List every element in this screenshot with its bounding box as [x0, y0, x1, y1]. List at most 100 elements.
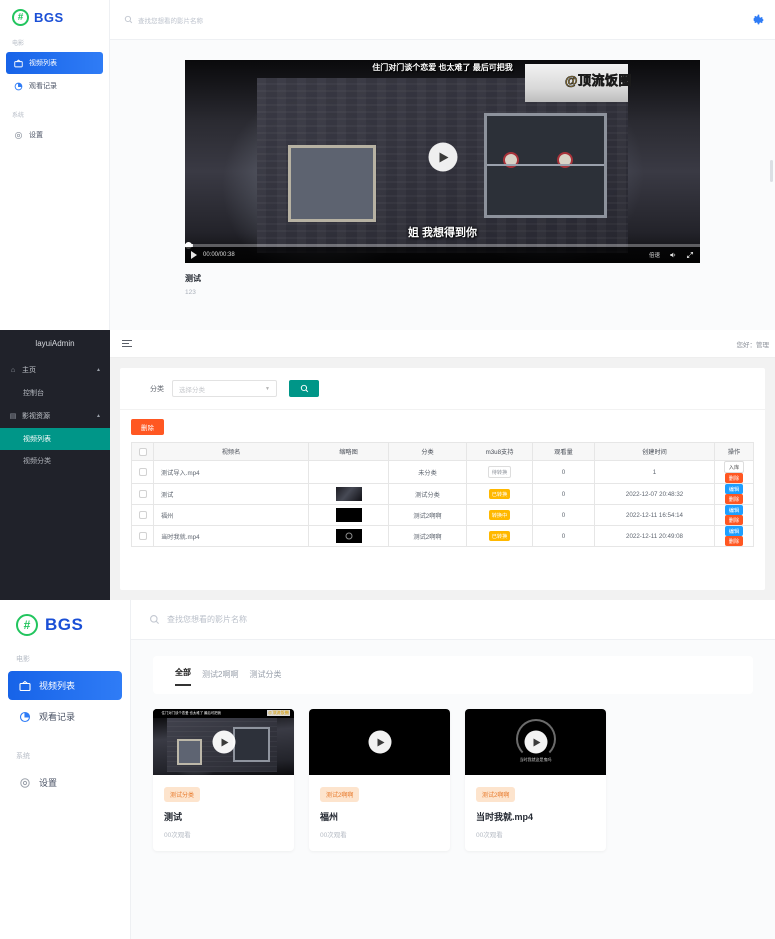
row-actions: 编辑删除 — [714, 483, 754, 505]
video-card[interactable]: 当时我就这是鬼吗 测试2啊啊 当时我就.mp4 00次观看 — [465, 709, 606, 851]
chevron-up-icon: ▲ — [96, 413, 101, 419]
tab-all[interactable]: 全部 — [175, 667, 191, 686]
row-name: 测试 — [153, 483, 309, 505]
search-button[interactable] — [289, 380, 319, 397]
brand-mark-icon: # — [12, 9, 29, 26]
admin-menu-home[interactable]: ⌂ 主页 ▲ — [0, 358, 110, 382]
play-button[interactable] — [524, 730, 547, 754]
delete-button[interactable]: 删除 — [725, 515, 743, 525]
menu-toggle-icon[interactable] — [122, 338, 132, 350]
scrollbar[interactable] — [770, 160, 773, 182]
select-all-checkbox[interactable] — [138, 447, 147, 456]
video-thumbnail[interactable]: 住门对门谈个恋爱 也太难了 最后可把我 @顶流饭圈 — [153, 709, 294, 775]
play-icon — [533, 738, 540, 746]
table-row: 测试 测试分类 已转换 0 2022-12-07 20:48:32 编辑删除 — [131, 483, 754, 505]
delete-button[interactable]: 删除 — [725, 536, 743, 546]
scene-object-right — [233, 727, 271, 762]
row-name: 测试导入.mp4 — [153, 460, 309, 484]
sidebar-item-video-list[interactable]: 视频列表 — [8, 671, 122, 700]
row-checkbox[interactable] — [138, 511, 147, 519]
sidebar-item-video-list[interactable]: 视频列表 — [6, 52, 103, 74]
row-m3u8-status: 待转换 — [466, 460, 533, 484]
home-icon: ⌂ — [10, 366, 16, 374]
table-header-thumb: 缩略图 — [308, 442, 389, 461]
fullscreen-icon[interactable] — [686, 251, 694, 259]
row-checkbox[interactable] — [138, 468, 147, 476]
admin-submenu-video-category[interactable]: 视频分类 — [0, 450, 110, 472]
frontend-sidebar-large: # BGS 电影 视频列表 观看记录 系统 设置 — [0, 600, 131, 939]
video-player[interactable]: 住门对门谈个恋爱 也太难了 最后可把我 @顶流饭圈 姐 我想得到你 00:00/… — [185, 60, 700, 263]
thumbnail-image — [335, 529, 362, 543]
category-tag: 测试分类 — [164, 787, 201, 802]
delete-button[interactable]: 删除 — [725, 473, 743, 483]
video-thumbnail[interactable] — [309, 709, 450, 775]
category-tag: 测试2啊啊 — [320, 787, 360, 802]
admin-submenu-video-list[interactable]: 视频列表 — [0, 428, 110, 450]
table-header-m3u8: m3u8支持 — [466, 442, 533, 461]
video-card[interactable]: 测试2啊啊 福州 00次观看 — [309, 709, 450, 851]
status-badge: 转换中 — [488, 510, 511, 520]
video-view-count: 00次观看 — [476, 832, 503, 839]
tab-test-category[interactable]: 测试分类 — [249, 669, 281, 686]
batch-delete-button[interactable]: 删除 — [131, 419, 164, 435]
video-card[interactable]: 住门对门谈个恋爱 也太难了 最后可把我 @顶流饭圈 测试分类 测试 00次观看 — [153, 709, 294, 851]
row-category: 测试2啊啊 — [388, 504, 467, 526]
table-row: 测试导入.mp4 未分类 待转换 0 1 入库删除 — [131, 460, 754, 484]
delete-button[interactable]: 删除 — [725, 494, 743, 504]
edit-button[interactable]: 编辑 — [725, 505, 743, 515]
admin-menu-media[interactable]: ▤ 影视资源 ▲ — [0, 404, 110, 428]
video-scene-object-left — [288, 145, 376, 223]
sidebar-item-watch-history[interactable]: 观看记录 — [8, 702, 122, 731]
admin-submenu-console[interactable]: 控制台 — [0, 382, 110, 404]
sidebar-item-settings[interactable]: 设置 — [6, 124, 103, 146]
row-checkbox[interactable] — [138, 490, 147, 498]
sidebar-item-watch-history[interactable]: 观看记录 — [6, 75, 103, 97]
row-checkbox-cell — [131, 525, 154, 547]
row-views: 0 — [532, 525, 595, 547]
sidebar-item-label: 视频列表 — [39, 681, 76, 691]
table-header-actions: 操作 — [714, 442, 754, 461]
play-button-overlay[interactable] — [428, 142, 457, 172]
video-thumbnail[interactable]: 当时我就这是鬼吗 — [465, 709, 606, 775]
status-badge: 已转换 — [488, 489, 511, 499]
edit-button[interactable]: 编辑 — [725, 484, 743, 494]
search-input[interactable]: 查找您想看的影片名称 — [149, 614, 247, 625]
sidebar-item-label: 设置 — [39, 778, 58, 788]
brand-name: BGS — [34, 10, 64, 25]
play-button[interactable] — [368, 730, 391, 754]
row-views: 0 — [532, 483, 595, 505]
video-view-count: 00次观看 — [320, 832, 347, 839]
table-row: 当时我就.mp4 测试2啊啊 已转换 0 2022-12-11 20:49:08… — [131, 525, 754, 547]
scene-caption: 住门对门谈个恋爱 也太难了 最后可把我 — [161, 711, 221, 715]
row-thumbnail — [308, 525, 389, 547]
tab-test2[interactable]: 测试2啊啊 — [202, 669, 238, 686]
admin-sidebar: layuiAdmin ⌂ 主页 ▲ 控制台 ▤ 影视资源 ▲ 视频列表 视频分类 — [0, 330, 110, 600]
category-tag: 测试2啊啊 — [476, 787, 516, 802]
player-controls-right: 倍速 — [649, 251, 694, 259]
volume-icon[interactable] — [669, 251, 677, 259]
brand-name: BGS — [45, 615, 84, 634]
table-header-created: 创建时间 — [594, 442, 715, 461]
status-badge: 待转换 — [487, 466, 512, 478]
row-category: 测试2啊啊 — [388, 525, 467, 547]
grid-topbar: 查找您想看的影片名称 — [131, 600, 775, 640]
row-checkbox[interactable] — [138, 532, 147, 540]
video-card-info: 测试2啊啊 当时我就.mp4 00次观看 — [465, 775, 606, 851]
search-input[interactable]: 查找您想看的影片名称 — [124, 15, 203, 25]
store-button[interactable]: 入库 — [724, 461, 744, 473]
playback-speed-button[interactable]: 倍速 — [649, 251, 660, 259]
play-icon — [439, 152, 449, 163]
time-display: 00:00/00:38 — [203, 252, 235, 258]
admin-page: layuiAdmin ⌂ 主页 ▲ 控制台 ▤ 影视资源 ▲ 视频列表 视频分类… — [0, 330, 775, 600]
play-icon[interactable] — [191, 251, 197, 259]
sidebar-item-settings[interactable]: 设置 — [8, 768, 122, 797]
category-select[interactable]: 选择分类 ▼ — [172, 380, 277, 397]
row-m3u8-status: 已转换 — [466, 483, 533, 505]
video-description: 123 — [185, 289, 196, 296]
row-created: 1 — [594, 460, 715, 484]
edit-button[interactable]: 编辑 — [725, 526, 743, 536]
play-button[interactable] — [212, 730, 235, 754]
gear-icon[interactable] — [752, 13, 765, 26]
search-placeholder: 查找您想看的影片名称 — [167, 615, 247, 624]
row-views: 0 — [532, 460, 595, 484]
